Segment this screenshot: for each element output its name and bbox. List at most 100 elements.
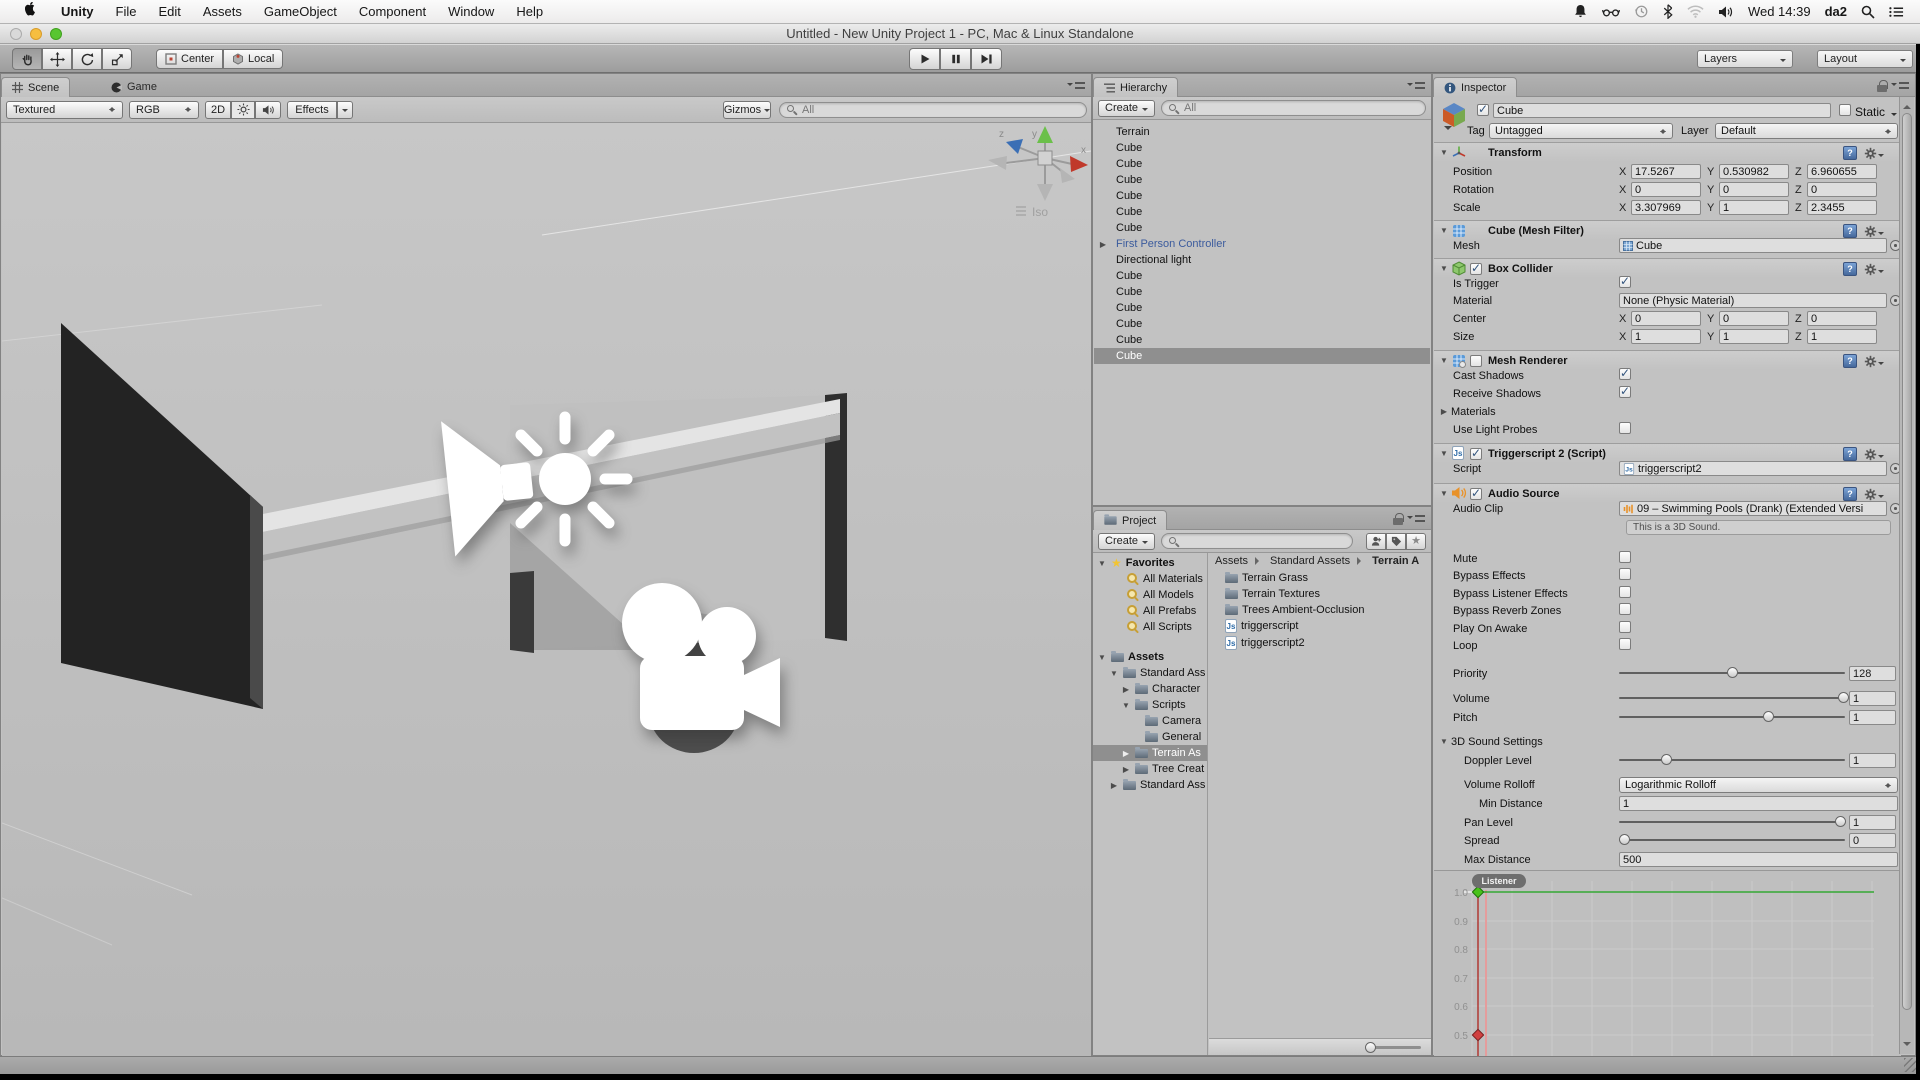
menu-window[interactable]: Window bbox=[437, 4, 505, 19]
expand-arrow-icon[interactable]: ▶ bbox=[1121, 685, 1131, 694]
loop-checkbox[interactable] bbox=[1619, 638, 1631, 650]
hierarchy-item[interactable]: Cube bbox=[1094, 284, 1430, 300]
rotation-y-field[interactable]: 0 bbox=[1719, 182, 1789, 197]
pitch-slider[interactable] bbox=[1619, 710, 1845, 723]
hierarchy-item[interactable]: Cube bbox=[1094, 172, 1430, 188]
volume-value-field[interactable]: 1 bbox=[1849, 691, 1896, 706]
tab-scene[interactable]: Scene bbox=[1, 77, 70, 97]
window-minimize-button[interactable] bbox=[30, 28, 42, 40]
hierarchy-item[interactable]: Cube bbox=[1094, 140, 1430, 156]
hierarchy-item-selected[interactable]: Cube bbox=[1094, 348, 1430, 364]
project-panel-menu-icon[interactable] bbox=[1407, 515, 1425, 522]
scale-x-field[interactable]: 3.307969 bbox=[1631, 200, 1701, 215]
file-item-script[interactable]: triggerscript2 bbox=[1225, 635, 1431, 651]
thumbnail-zoom-slider[interactable] bbox=[1365, 1046, 1421, 1049]
bypass-effects-checkbox[interactable] bbox=[1619, 568, 1631, 580]
transform-component-header[interactable]: ▼ Transform bbox=[1434, 142, 1901, 162]
receive-shadows-checkbox[interactable] bbox=[1619, 386, 1631, 398]
volume-slider[interactable] bbox=[1619, 691, 1845, 704]
zoom-slider-thumb[interactable] bbox=[1365, 1042, 1376, 1053]
collapse-arrow-icon[interactable]: ▼ bbox=[1439, 264, 1449, 273]
expand-arrow-icon[interactable]: ▶ bbox=[1439, 407, 1449, 416]
tree-character[interactable]: ▶ Character bbox=[1093, 681, 1207, 697]
search-by-type-button[interactable] bbox=[1366, 533, 1386, 550]
menu-gameobject[interactable]: GameObject bbox=[253, 4, 348, 19]
play-on-awake-checkbox[interactable] bbox=[1619, 621, 1631, 633]
scroll-up-icon[interactable] bbox=[1903, 101, 1911, 109]
menu-edit[interactable]: Edit bbox=[147, 4, 191, 19]
bypass-listener-effects-checkbox[interactable] bbox=[1619, 586, 1631, 598]
priority-value-field[interactable]: 128 bbox=[1849, 666, 1896, 681]
bluetooth-icon[interactable] bbox=[1663, 4, 1673, 19]
effects-arrow-button[interactable] bbox=[337, 101, 353, 119]
help-icon[interactable] bbox=[1843, 146, 1857, 160]
is-trigger-checkbox[interactable] bbox=[1619, 276, 1631, 288]
tree-tree-creator[interactable]: ▶ Tree Creat bbox=[1093, 761, 1207, 777]
script-object-field[interactable]: triggerscript2 bbox=[1619, 461, 1887, 476]
menubar-user[interactable]: da2 bbox=[1825, 4, 1847, 19]
render-mode-dropdown[interactable]: RGB bbox=[129, 101, 199, 119]
tag-dropdown[interactable]: Untagged bbox=[1489, 123, 1673, 139]
mesh-renderer-component-header[interactable]: ▼ Mesh Renderer bbox=[1434, 350, 1901, 370]
component-enabled-checkbox[interactable] bbox=[1470, 355, 1482, 367]
scene-orientation-gizmo[interactable]: y z x Iso bbox=[988, 126, 1088, 219]
gear-icon[interactable] bbox=[1864, 488, 1884, 501]
file-item[interactable]: Terrain Grass bbox=[1225, 570, 1431, 586]
collapse-arrow-icon[interactable]: ▼ bbox=[1439, 148, 1449, 157]
mesh-object-field[interactable]: Cube bbox=[1619, 238, 1887, 253]
hierarchy-search-input[interactable]: All bbox=[1161, 100, 1426, 116]
scale-tool-button[interactable] bbox=[102, 48, 132, 70]
audio-clip-field[interactable]: 09 – Swimming Pools (Drank) (Extended Ve… bbox=[1619, 501, 1887, 516]
tree-camera[interactable]: Camera bbox=[1093, 713, 1207, 729]
breadcrumb-current-folder[interactable]: Terrain A bbox=[1372, 555, 1419, 567]
pitch-value-field[interactable]: 1 bbox=[1849, 710, 1896, 725]
tab-game[interactable]: Game bbox=[101, 77, 167, 97]
physic-material-field[interactable]: None (Physic Material) bbox=[1619, 293, 1887, 308]
favorite-all-materials[interactable]: All Materials bbox=[1093, 571, 1207, 587]
hierarchy-item[interactable]: Cube bbox=[1094, 156, 1430, 172]
spotlight-search-icon[interactable] bbox=[1861, 5, 1875, 19]
center-z-field[interactable]: 0 bbox=[1807, 311, 1877, 326]
step-button[interactable] bbox=[971, 48, 1002, 70]
spread-slider[interactable] bbox=[1619, 833, 1845, 846]
menubar-clock[interactable]: Wed 14:39 bbox=[1748, 4, 1811, 19]
component-enabled-checkbox[interactable] bbox=[1470, 488, 1482, 500]
hierarchy-panel-menu-icon[interactable] bbox=[1407, 82, 1425, 89]
gizmos-dropdown[interactable]: Gizmos bbox=[723, 101, 771, 119]
gear-icon[interactable] bbox=[1864, 355, 1884, 368]
gear-icon[interactable] bbox=[1864, 448, 1884, 461]
rotate-tool-button[interactable] bbox=[72, 48, 102, 70]
play-button[interactable] bbox=[909, 48, 940, 70]
tab-hierarchy[interactable]: Hierarchy bbox=[1093, 77, 1178, 97]
expand-arrow-icon[interactable]: ▶ bbox=[1098, 240, 1108, 249]
materials-label[interactable]: Materials bbox=[1451, 406, 1496, 418]
save-search-button[interactable]: ★ bbox=[1406, 533, 1426, 550]
size-y-field[interactable]: 1 bbox=[1719, 329, 1789, 344]
menu-component[interactable]: Component bbox=[348, 4, 437, 19]
collapse-arrow-icon[interactable]: ▼ bbox=[1439, 489, 1449, 498]
rotation-z-field[interactable]: 0 bbox=[1807, 182, 1877, 197]
expand-arrow-icon[interactable]: ▶ bbox=[1121, 765, 1131, 774]
help-icon[interactable] bbox=[1843, 447, 1857, 461]
hierarchy-item-first-person-controller[interactable]: ▶ First Person Controller bbox=[1094, 236, 1430, 252]
listener-key-diamond[interactable] bbox=[1472, 1029, 1483, 1040]
hierarchy-item[interactable]: Cube bbox=[1094, 204, 1430, 220]
size-z-field[interactable]: 1 bbox=[1807, 329, 1877, 344]
notification-center-icon[interactable] bbox=[1889, 6, 1904, 18]
static-checkbox[interactable] bbox=[1839, 104, 1851, 116]
favorites-root[interactable]: ▼★ Favorites bbox=[1093, 555, 1207, 571]
file-item-script[interactable]: triggerscript bbox=[1225, 618, 1431, 634]
box-collider-component-header[interactable]: ▼ Box Collider bbox=[1434, 258, 1901, 278]
volume-rolloff-dropdown[interactable]: Logarithmic Rolloff bbox=[1619, 777, 1898, 793]
doppler-level-slider[interactable] bbox=[1619, 753, 1845, 766]
active-checkbox[interactable] bbox=[1477, 104, 1489, 116]
scrollbar-thumb[interactable] bbox=[1902, 113, 1912, 1010]
project-search-input[interactable] bbox=[1161, 533, 1353, 549]
collapse-arrow-icon[interactable]: ▼ bbox=[1439, 449, 1449, 458]
gameobject-name-field[interactable]: Cube bbox=[1493, 103, 1831, 118]
doppler-level-value-field[interactable]: 1 bbox=[1849, 753, 1896, 768]
scene-audio-button[interactable] bbox=[255, 101, 281, 119]
spectacles-icon[interactable] bbox=[1602, 5, 1620, 19]
menu-assets[interactable]: Assets bbox=[192, 4, 253, 19]
scroll-down-icon[interactable] bbox=[1903, 1042, 1911, 1050]
